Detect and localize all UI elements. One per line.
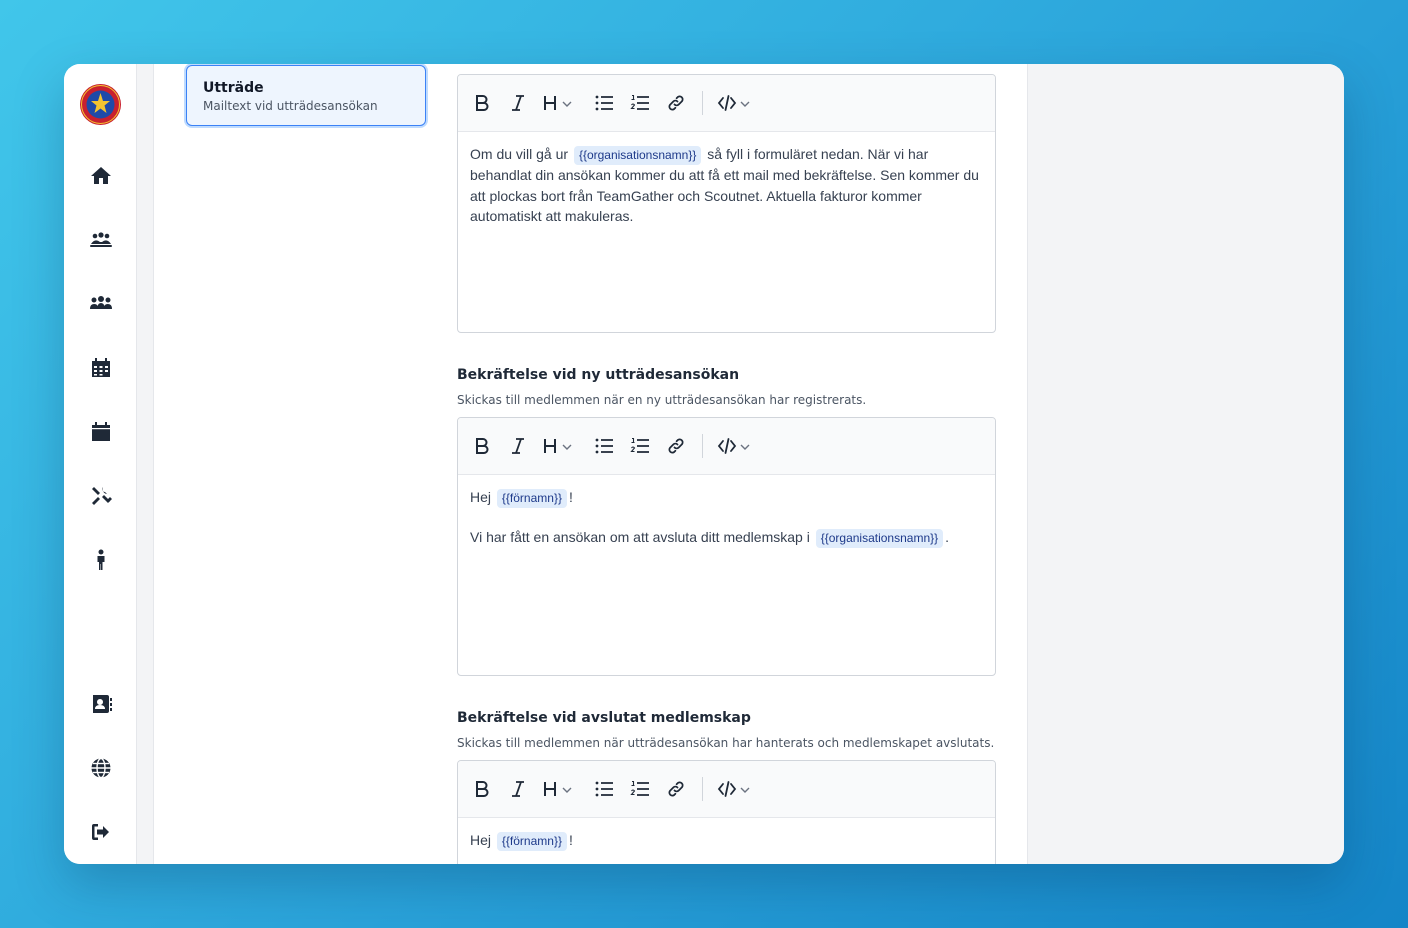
- template-subtitle: Mailtext vid utträdesansökan: [203, 99, 378, 113]
- bullet-list-button[interactable]: [592, 777, 616, 801]
- heading-dropdown[interactable]: [542, 777, 576, 801]
- heading-dropdown[interactable]: [542, 434, 576, 458]
- main-content: Utträde Mailtext vid utträdesansökan Om …: [153, 64, 1028, 864]
- editor-content[interactable]: Om du vill gå ur {{organisationsnamn}} s…: [458, 132, 995, 239]
- heading-icon: [544, 782, 572, 796]
- heading-icon: [544, 96, 572, 110]
- editor-new-withdrawal[interactable]: Hej {{förnamn}}! Vi har fått en ansökan …: [457, 417, 996, 676]
- globe-icon: [91, 757, 110, 778]
- calendar-icon: [91, 421, 110, 441]
- heading-icon: [544, 439, 572, 453]
- members-icon: [89, 295, 112, 309]
- nav-home[interactable]: [80, 155, 121, 196]
- logout-icon: [91, 823, 109, 840]
- toolbar-separator: [702, 91, 703, 115]
- right-pane: [1029, 64, 1344, 864]
- template-card-uttrade[interactable]: Utträde Mailtext vid utträdesansökan: [186, 65, 426, 126]
- section-help-membership-ended: Skickas till medlemmen när utträdesansök…: [457, 736, 995, 750]
- bullet-list-icon: [595, 95, 613, 111]
- ordered-list-icon: [630, 780, 649, 796]
- nav-person[interactable]: [80, 539, 121, 580]
- code-dropdown[interactable]: [717, 434, 751, 458]
- link-icon: [668, 95, 684, 111]
- template-title: Utträde: [203, 80, 264, 96]
- variable-chip: {{organisationsnamn}}: [573, 146, 702, 165]
- bold-button[interactable]: [470, 91, 494, 115]
- bullet-list-icon: [595, 781, 613, 797]
- ordered-list-button[interactable]: [628, 91, 652, 115]
- contact-book-icon: [92, 694, 112, 713]
- bold-button[interactable]: [470, 434, 494, 458]
- section-label-new-withdrawal: Bekräftelse vid ny utträdesansökan: [457, 367, 740, 383]
- code-dropdown[interactable]: [717, 91, 751, 115]
- bold-icon: [476, 438, 489, 454]
- group-meeting-icon: [89, 231, 112, 247]
- editor-text: Om du vill gå ur: [470, 146, 569, 162]
- italic-icon: [512, 438, 524, 454]
- editor-text: .: [945, 529, 950, 545]
- nav-groups[interactable]: [80, 219, 121, 260]
- editor-content[interactable]: Hej {{förnamn}}!: [458, 818, 995, 863]
- italic-icon: [512, 781, 524, 797]
- bullet-list-button[interactable]: [592, 434, 616, 458]
- link-icon: [668, 438, 684, 454]
- toolbar-separator: [702, 434, 703, 458]
- editor-toolbar: [458, 418, 995, 475]
- scout-logo[interactable]: [80, 84, 121, 125]
- editor-text: Hej: [470, 489, 492, 505]
- nav-members[interactable]: [80, 283, 121, 324]
- section-help-new-withdrawal: Skickas till medlemmen när en ny utträde…: [457, 393, 867, 407]
- nav-calendar[interactable]: [80, 411, 121, 452]
- nav-schedule[interactable]: [80, 347, 121, 388]
- nav-language[interactable]: [80, 747, 121, 788]
- italic-button[interactable]: [506, 91, 530, 115]
- bold-icon: [476, 781, 489, 797]
- link-icon: [668, 781, 684, 797]
- bold-button[interactable]: [470, 777, 494, 801]
- bold-icon: [476, 95, 489, 111]
- ordered-list-icon: [630, 94, 649, 110]
- link-button[interactable]: [664, 777, 688, 801]
- ordered-list-button[interactable]: [628, 434, 652, 458]
- sidebar: [64, 64, 137, 864]
- ordered-list-icon: [630, 437, 649, 453]
- code-icon: [717, 95, 750, 111]
- link-button[interactable]: [664, 91, 688, 115]
- code-dropdown[interactable]: [717, 777, 751, 801]
- heading-dropdown[interactable]: [542, 91, 576, 115]
- nav-logout[interactable]: [80, 811, 121, 852]
- home-icon: [90, 166, 111, 184]
- bullet-list-icon: [595, 438, 613, 454]
- variable-chip: {{förnamn}}: [496, 489, 567, 508]
- nav-tools[interactable]: [80, 475, 121, 516]
- code-icon: [717, 781, 750, 797]
- editor-text: !: [568, 489, 573, 505]
- tools-icon: [91, 486, 112, 505]
- editor-text: Hej: [470, 832, 492, 848]
- editor-text: !: [568, 832, 573, 848]
- italic-button[interactable]: [506, 777, 530, 801]
- editor-toolbar: [458, 75, 995, 132]
- variable-chip: {{förnamn}}: [496, 832, 567, 851]
- code-icon: [717, 438, 750, 454]
- editor-toolbar: [458, 761, 995, 818]
- nav-contacts[interactable]: [80, 683, 121, 724]
- bullet-list-button[interactable]: [592, 91, 616, 115]
- ordered-list-button[interactable]: [628, 777, 652, 801]
- variable-chip: {{organisationsnamn}}: [815, 529, 944, 548]
- link-button[interactable]: [664, 434, 688, 458]
- editor-content[interactable]: Hej {{förnamn}}! Vi har fått en ansökan …: [458, 475, 995, 560]
- calendar-grid-icon: [91, 357, 110, 377]
- editor-withdrawal-info[interactable]: Om du vill gå ur {{organisationsnamn}} s…: [457, 74, 996, 333]
- toolbar-separator: [702, 777, 703, 801]
- italic-button[interactable]: [506, 434, 530, 458]
- section-label-membership-ended: Bekräftelse vid avslutat medlemskap: [457, 710, 751, 726]
- sidebar-gutter: [137, 64, 153, 864]
- italic-icon: [512, 95, 524, 111]
- app-window: Utträde Mailtext vid utträdesansökan Om …: [64, 64, 1344, 864]
- editor-text: Vi har fått en ansökan om att avsluta di…: [470, 529, 810, 545]
- person-icon: [97, 549, 104, 570]
- editor-membership-ended[interactable]: Hej {{förnamn}}!: [457, 760, 996, 864]
